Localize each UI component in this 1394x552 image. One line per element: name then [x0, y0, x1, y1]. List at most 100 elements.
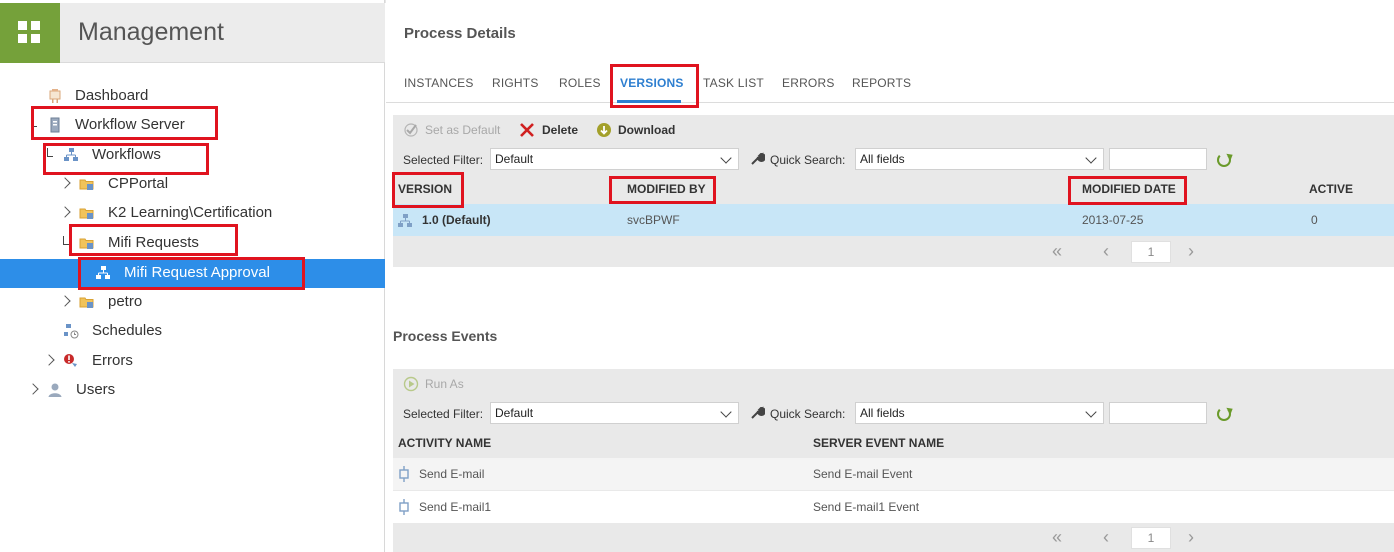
- delete-button[interactable]: Delete: [519, 122, 578, 138]
- tree-item-label: Errors: [92, 352, 133, 369]
- tree-item-users[interactable]: Users: [0, 377, 385, 403]
- tree-item-label: Mifi Request Approval: [124, 264, 270, 281]
- column-header-activity-name[interactable]: ACTIVITY NAME: [398, 436, 491, 450]
- versions-grid: Set as Default Delete Download Selected …: [393, 115, 1394, 267]
- refresh-icon[interactable]: [1217, 407, 1231, 421]
- tree-line: [47, 148, 53, 157]
- workflow-version-icon: [398, 214, 412, 227]
- chevron-down-icon: [720, 406, 732, 418]
- refresh-icon[interactable]: [1217, 153, 1231, 167]
- page-number-input[interactable]: 1: [1131, 527, 1171, 549]
- tree-item-petro[interactable]: petro: [0, 289, 385, 315]
- first-page-icon[interactable]: «: [1052, 527, 1062, 548]
- event-icon: [399, 499, 409, 515]
- first-page-icon[interactable]: «: [1052, 241, 1062, 262]
- tab-roles[interactable]: ROLES: [559, 76, 601, 90]
- workflow-icon: [96, 266, 110, 279]
- tree-item-mifi-request-approval[interactable]: Mifi Request Approval: [0, 259, 385, 288]
- selected-filter-dropdown[interactable]: Default: [490, 148, 739, 170]
- tree-item-label: K2 Learning\Certification: [108, 204, 273, 221]
- selected-filter-value: Default: [495, 406, 534, 420]
- column-header-version[interactable]: VERSION: [398, 182, 452, 196]
- quick-search-field-value: All fields: [860, 152, 905, 166]
- column-header-active[interactable]: ACTIVE: [1309, 182, 1353, 196]
- cell-modified-by: svcBPWF: [627, 213, 680, 227]
- selected-filter-label: Selected Filter:: [403, 407, 484, 421]
- tree-item-workflows[interactable]: Workflows: [0, 142, 385, 168]
- tree-line: [63, 236, 69, 245]
- schedule-icon: [64, 324, 79, 339]
- delete-x-icon: [520, 123, 534, 137]
- process-events-grid: Run As Selected Filter: Default Quick Se…: [393, 369, 1394, 552]
- tree-item-label: Workflow Server: [75, 116, 185, 133]
- next-page-icon[interactable]: ›: [1188, 241, 1194, 262]
- selected-filter-dropdown[interactable]: Default: [490, 402, 739, 424]
- tree-item-dashboard[interactable]: Dashboard: [0, 83, 385, 109]
- download-icon: [597, 123, 611, 137]
- quick-search-input[interactable]: [1109, 402, 1207, 424]
- download-button[interactable]: Download: [596, 122, 675, 138]
- selected-filter-value: Default: [495, 152, 534, 166]
- tree-item-errors[interactable]: Errors: [0, 348, 385, 374]
- next-page-icon[interactable]: ›: [1188, 527, 1194, 548]
- process-events-title: Process Events: [393, 328, 498, 344]
- column-header-server-event-name[interactable]: SERVER EVENT NAME: [813, 436, 944, 450]
- tree-item-k2-learning[interactable]: K2 Learning\Certification: [0, 200, 385, 226]
- tab-versions[interactable]: VERSIONS: [620, 76, 684, 90]
- folder-icon: [79, 179, 94, 190]
- page-number-input[interactable]: 1: [1131, 241, 1171, 263]
- tab-instances[interactable]: INSTANCES: [404, 76, 474, 90]
- tree-item-workflow-server[interactable]: Workflow Server: [0, 112, 385, 138]
- set-as-default-label: Set as Default: [425, 123, 501, 137]
- app-header: Management: [0, 3, 385, 63]
- run-as-button[interactable]: Run As: [403, 376, 464, 392]
- play-icon: [403, 376, 419, 392]
- quick-search-input[interactable]: [1109, 148, 1207, 170]
- quick-search-dropdown[interactable]: All fields: [855, 148, 1104, 170]
- wrench-icon: [751, 406, 765, 419]
- tree-item-mifi-requests[interactable]: Mifi Requests: [0, 230, 385, 256]
- chevron-down-icon: [1085, 406, 1097, 418]
- cell-activity-name: Send E-mail: [419, 467, 485, 481]
- process-details-title: Process Details: [404, 25, 516, 42]
- previous-page-icon[interactable]: ‹: [1103, 527, 1109, 548]
- app-grid-icon[interactable]: [0, 3, 60, 63]
- tab-task-list[interactable]: TASK LIST: [703, 76, 764, 90]
- quick-search-dropdown[interactable]: All fields: [855, 402, 1104, 424]
- tree-item-label: Users: [76, 381, 116, 398]
- tree-item-cpportal[interactable]: CPPortal: [0, 171, 385, 197]
- main-content: Process Details INSTANCES RIGHTS ROLES V…: [386, 0, 1394, 552]
- server-icon: [50, 117, 60, 133]
- table-row[interactable]: 1.0 (Default) svcBPWF 2013-07-25 0: [393, 204, 1394, 236]
- expand-chevron-icon[interactable]: [59, 206, 71, 218]
- workflow-icon: [64, 148, 78, 161]
- tree-item-label: Mifi Requests: [108, 234, 199, 251]
- tree-item-label: petro: [108, 293, 143, 310]
- expand-chevron-icon[interactable]: [59, 295, 71, 307]
- tab-errors[interactable]: ERRORS: [782, 76, 835, 90]
- expand-chevron-icon[interactable]: [27, 383, 39, 395]
- active-tab-underline: [617, 100, 681, 103]
- table-row[interactable]: Send E-mail Send E-mail Event: [393, 458, 1394, 490]
- folder-icon: [79, 238, 94, 249]
- navigation-panel: Management Dashboard Workflow Server Wor…: [0, 0, 385, 552]
- previous-page-icon[interactable]: ‹: [1103, 241, 1109, 262]
- wrench-icon: [751, 152, 765, 165]
- tree-line: [31, 118, 37, 127]
- set-as-default-button[interactable]: Set as Default: [403, 122, 500, 138]
- table-row[interactable]: Send E-mail1 Send E-mail1 Event: [393, 491, 1394, 523]
- tab-rights[interactable]: RIGHTS: [492, 76, 539, 90]
- expand-chevron-icon[interactable]: [43, 354, 55, 366]
- run-as-label: Run As: [425, 377, 464, 391]
- folder-icon: [79, 208, 94, 219]
- tree-item-label: Dashboard: [75, 87, 149, 104]
- process-tabs: INSTANCES RIGHTS ROLES VERSIONS TASK LIS…: [386, 62, 1394, 103]
- user-icon: [48, 383, 62, 397]
- tab-reports[interactable]: REPORTS: [852, 76, 911, 90]
- tree-item-label: Schedules: [92, 322, 163, 339]
- quick-search-field-value: All fields: [860, 406, 905, 420]
- expand-chevron-icon[interactable]: [59, 177, 71, 189]
- tree-item-schedules[interactable]: Schedules: [0, 318, 385, 344]
- column-header-modified-date[interactable]: MODIFIED DATE: [1082, 182, 1176, 196]
- column-header-modified-by[interactable]: MODIFIED BY: [627, 182, 706, 196]
